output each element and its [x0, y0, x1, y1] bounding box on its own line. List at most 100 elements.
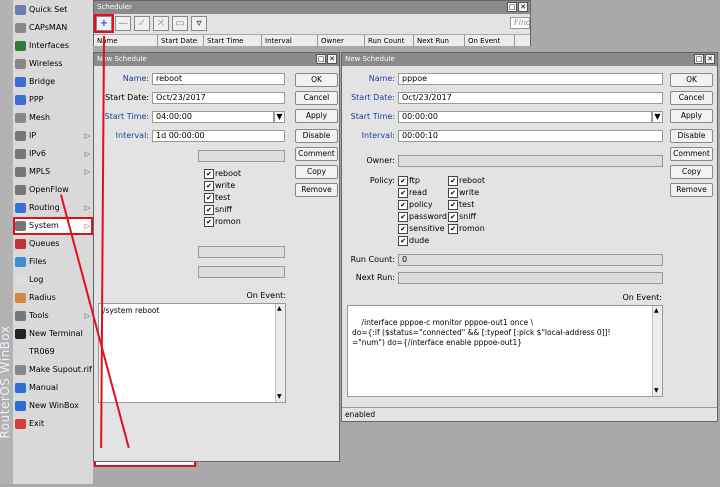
- apply-button[interactable]: Apply: [295, 109, 338, 123]
- menu-item-ppp[interactable]: PPP: [13, 91, 93, 109]
- menu-item-interfaces[interactable]: Interfaces: [13, 37, 93, 55]
- column-header[interactable]: Owner: [318, 35, 365, 47]
- column-header[interactable]: Next Run: [414, 35, 465, 47]
- remove-button[interactable]: Remove: [670, 183, 713, 197]
- run-count-field: 0: [398, 254, 663, 266]
- policy-read[interactable]: read: [398, 188, 427, 198]
- policy-sniff[interactable]: sniff: [204, 205, 232, 215]
- close-icon[interactable]: ✕: [327, 54, 337, 64]
- find-input[interactable]: Find: [510, 17, 530, 29]
- maximize-icon[interactable]: □: [694, 54, 704, 64]
- policy-policy[interactable]: policy: [398, 200, 433, 210]
- menu-item-new-winbox[interactable]: New WinBox: [13, 397, 93, 415]
- start-time-field[interactable]: 00:00:00: [398, 111, 652, 123]
- comment-button[interactable]: Comment: [295, 147, 338, 161]
- column-header[interactable]: On Event: [465, 35, 515, 47]
- menu-item-label: PPP: [29, 95, 44, 104]
- on-event-script[interactable]: /interface pppoe-c monitor pppoe-out1 on…: [347, 305, 663, 397]
- scheduler-window: Scheduler □ ✕ + — ✓ ✕ ▭ ▿ Find Name Start…: [93, 0, 531, 47]
- column-header[interactable]: Start Date: [158, 35, 204, 47]
- menu-item-label: Radius: [29, 293, 56, 302]
- ok-button[interactable]: OK: [295, 73, 338, 87]
- menu-item-wireless[interactable]: Wireless: [13, 55, 93, 73]
- close-icon[interactable]: ✕: [518, 2, 528, 12]
- interfaces-icon: [15, 41, 26, 51]
- menu-item-make-supout-rif[interactable]: Make Supout.rif: [13, 361, 93, 379]
- menu-item-routing[interactable]: Routing ▷: [13, 199, 93, 217]
- maximize-icon[interactable]: □: [316, 54, 326, 64]
- on-event-script[interactable]: /system reboot: [98, 303, 286, 403]
- menu-item-manual[interactable]: Manual: [13, 379, 93, 397]
- policy-reboot[interactable]: reboot: [448, 176, 485, 186]
- policy-romon[interactable]: romon: [204, 217, 241, 227]
- menu-item-label: Exit: [29, 419, 45, 428]
- scrollbar[interactable]: [275, 304, 285, 402]
- disable-button[interactable]: Disable: [670, 129, 713, 143]
- filter-icon[interactable]: ▿: [191, 16, 207, 31]
- enable-icon[interactable]: ✓: [134, 16, 150, 31]
- column-header[interactable]: Interval: [262, 35, 318, 47]
- menu-item-queues[interactable]: Queues: [13, 235, 93, 253]
- menu-item-label: IPv6: [29, 149, 47, 158]
- menu-item-ipv6[interactable]: IPv6 ▷: [13, 145, 93, 163]
- run-count-field: [198, 246, 285, 258]
- menu-item-system[interactable]: System ▷: [13, 217, 93, 235]
- cancel-button[interactable]: Cancel: [295, 91, 338, 105]
- name-field[interactable]: reboot: [152, 73, 285, 85]
- new-schedule-title-1: New Schedule: [94, 53, 339, 66]
- disable-icon[interactable]: ✕: [153, 16, 169, 31]
- start-date-field[interactable]: Oct/23/2017: [152, 92, 285, 104]
- menu-item-radius[interactable]: Radius: [13, 289, 93, 307]
- menu-item-ip[interactable]: IP ▷: [13, 127, 93, 145]
- apply-button[interactable]: Apply: [670, 109, 713, 123]
- menu-item-tr069[interactable]: TR069: [13, 343, 93, 361]
- scrollbar[interactable]: [652, 306, 662, 396]
- add-icon[interactable]: +: [94, 14, 114, 33]
- capsman-icon: [15, 23, 26, 33]
- column-header[interactable]: Start Time: [204, 35, 262, 47]
- start-date-field[interactable]: Oct/23/2017: [398, 92, 663, 104]
- policy-ftp[interactable]: ftp: [398, 176, 420, 186]
- policy-write[interactable]: write: [448, 188, 479, 198]
- comment-button[interactable]: Comment: [670, 147, 713, 161]
- column-header[interactable]: Run Count: [365, 35, 414, 47]
- interval-field[interactable]: 00:00:10: [398, 130, 663, 142]
- maximize-icon[interactable]: □: [507, 2, 517, 12]
- policy-reboot[interactable]: reboot: [204, 169, 241, 179]
- interval-field[interactable]: 1d 00:00:00: [152, 130, 285, 142]
- time-dropdown-icon[interactable]: ▼: [652, 111, 663, 123]
- copy-button[interactable]: Copy: [295, 165, 338, 179]
- new-schedule-window-1: New Schedule □ ✕ Name: reboot Start Date…: [93, 52, 340, 462]
- remove-button[interactable]: Remove: [295, 183, 338, 197]
- queues-icon: [15, 239, 26, 249]
- policy-test[interactable]: test: [204, 193, 230, 203]
- menu-item-new-terminal[interactable]: New Terminal: [13, 325, 93, 343]
- disable-button[interactable]: Disable: [295, 129, 338, 143]
- menu-item-bridge[interactable]: Bridge: [13, 73, 93, 91]
- cancel-button[interactable]: Cancel: [670, 91, 713, 105]
- next-run-field: [198, 266, 285, 278]
- close-icon[interactable]: ✕: [705, 54, 715, 64]
- menu-item-mesh[interactable]: Mesh: [13, 109, 93, 127]
- policy-write[interactable]: write: [204, 181, 235, 191]
- menu-item-quick-set[interactable]: Quick Set: [13, 1, 93, 19]
- policy-sniff[interactable]: sniff: [448, 212, 476, 222]
- remove-icon[interactable]: —: [115, 16, 131, 31]
- policy-test[interactable]: test: [448, 200, 474, 210]
- policy-romon[interactable]: romon: [448, 224, 485, 234]
- comment-icon[interactable]: ▭: [172, 16, 188, 31]
- menu-item-capsman[interactable]: CAPsMAN: [13, 19, 93, 37]
- menu-item-mpls[interactable]: MPLS ▷: [13, 163, 93, 181]
- policy-dude[interactable]: dude: [398, 236, 429, 246]
- menu-item-tools[interactable]: Tools ▷: [13, 307, 93, 325]
- time-dropdown-icon[interactable]: ▼: [274, 111, 285, 123]
- policy-sensitive[interactable]: sensitive: [398, 224, 445, 234]
- mpls-icon: [15, 167, 26, 177]
- start-time-field[interactable]: 04:00:00: [152, 111, 274, 123]
- menu-item-exit[interactable]: Exit: [13, 415, 93, 433]
- ok-button[interactable]: OK: [670, 73, 713, 87]
- menu-item-openflow[interactable]: OpenFlow: [13, 181, 93, 199]
- name-field[interactable]: pppoe: [398, 73, 663, 85]
- copy-button[interactable]: Copy: [670, 165, 713, 179]
- policy-password[interactable]: password: [398, 212, 447, 222]
